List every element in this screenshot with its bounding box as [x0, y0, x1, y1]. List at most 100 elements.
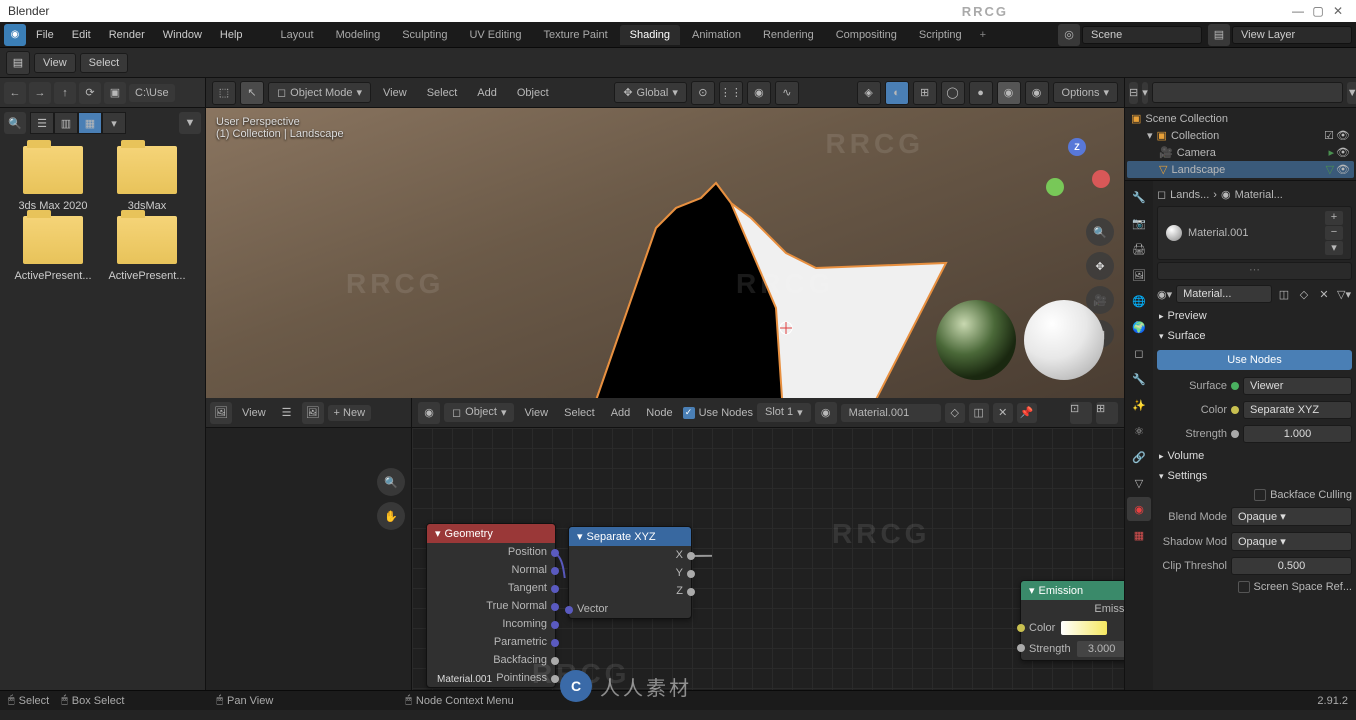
mode-select[interactable]: ◻Object Mode▾ [268, 82, 371, 103]
solid-shade-icon[interactable]: ● [969, 81, 993, 105]
eye-icon[interactable]: 👁 [1336, 129, 1350, 142]
snap-ne-icon[interactable]: ⊡ [1070, 402, 1092, 424]
options-dropdown[interactable]: Options▾ [1053, 82, 1118, 103]
scene-icon[interactable]: ◎ [1058, 24, 1080, 46]
tab-material-icon[interactable]: ◉ [1127, 497, 1151, 521]
menu-window[interactable]: Window [155, 25, 210, 45]
clip-value[interactable]: 0.500 [1231, 557, 1352, 575]
gizmo-icon[interactable]: ◈ [857, 81, 881, 105]
tab-tool-icon[interactable]: 🔧 [1127, 185, 1151, 209]
section-surface[interactable]: ▾Surface [1157, 326, 1352, 346]
tree-landscape[interactable]: ▽Landscape▽👁 [1127, 161, 1354, 178]
node-emission[interactable]: ▾Emission Emission Color Strength3.000 [1020, 580, 1124, 661]
tab-world-icon[interactable]: 🌍 [1127, 315, 1151, 339]
filter-icon[interactable]: ▼ [1347, 82, 1356, 104]
material-name-field[interactable]: Material... [1176, 285, 1272, 303]
layer-field[interactable]: View Layer [1232, 26, 1352, 44]
tab-output-icon[interactable]: 🖨 [1127, 237, 1151, 261]
tab-data-icon[interactable]: ▽ [1127, 471, 1151, 495]
ne-view[interactable]: View [518, 404, 554, 422]
overlay-icon[interactable]: ◐ [885, 81, 909, 105]
snap-to-icon[interactable]: ⋮⋮ [719, 81, 743, 105]
tree-camera[interactable]: 🎥Camera▸👁 [1127, 144, 1354, 161]
display-mode-icon[interactable]: ▾ [1142, 82, 1148, 104]
tab-physics-icon[interactable]: ⚛ [1127, 419, 1151, 443]
nav-up-icon[interactable]: ↑ [54, 82, 76, 104]
outliner-search[interactable] [1152, 82, 1343, 103]
matprev-shade-icon[interactable]: ◉ [997, 81, 1021, 105]
material-browse-icon[interactable]: ◉ [815, 402, 837, 424]
filter-icon[interactable]: ▼ [179, 112, 201, 134]
unlink-icon[interactable]: ◫ [969, 403, 989, 423]
color-swatch[interactable] [1061, 621, 1107, 635]
view-more-icon[interactable]: ▾ [102, 112, 126, 134]
tab-texture[interactable]: Texture Paint [533, 25, 617, 45]
prop-edit-icon[interactable]: ◉ [747, 81, 771, 105]
minimize-button[interactable]: — [1288, 4, 1308, 18]
mat-browse-icon[interactable]: ◉▾ [1157, 288, 1172, 301]
vp-view[interactable]: View [375, 84, 415, 102]
ie-plus[interactable]: + New [328, 405, 372, 421]
eye-icon[interactable]: 👁 [1336, 163, 1350, 176]
tab-layout[interactable]: Layout [271, 25, 324, 45]
scene-field[interactable]: Scene [1082, 26, 1202, 44]
node-canvas[interactable]: ▾Geometry Position Normal Tangent True N… [412, 428, 1124, 690]
cursor-tool-icon[interactable]: ↖ [240, 81, 264, 105]
ssr-checkbox[interactable] [1238, 581, 1250, 593]
slot-remove-button[interactable]: − [1325, 226, 1343, 240]
delete-icon[interactable]: ✕ [993, 403, 1013, 423]
nav-back-icon[interactable]: ← [4, 82, 26, 104]
nav-newfolder-icon[interactable]: ▣ [104, 82, 126, 104]
axis-z[interactable]: Z [1068, 138, 1086, 156]
tab-animation[interactable]: Animation [682, 25, 751, 45]
tab-modifier-icon[interactable]: 🔧 [1127, 367, 1151, 391]
path-field[interactable]: C:\Use [129, 84, 175, 102]
maximize-button[interactable]: ▢ [1308, 4, 1328, 18]
view-list-icon[interactable]: ☰ [30, 112, 54, 134]
editor-type-icon[interactable]: ▤ [6, 51, 30, 75]
strength-value[interactable]: 3.000 [1077, 641, 1124, 657]
menu-edit[interactable]: Edit [64, 25, 99, 45]
ne-select[interactable]: Select [558, 404, 601, 422]
axis-x[interactable] [1092, 170, 1110, 188]
editor-type-icon[interactable]: 🖼 [210, 402, 232, 424]
add-workspace-button[interactable]: + [974, 25, 992, 45]
strength-value[interactable]: 1.000 [1243, 425, 1352, 443]
tab-particle-icon[interactable]: ✨ [1127, 393, 1151, 417]
zoom-icon[interactable]: 🔍 [377, 468, 405, 496]
tab-rendering[interactable]: Rendering [753, 25, 824, 45]
folder-item[interactable]: ActivePresent... [102, 216, 192, 282]
render-shade-icon[interactable]: ◉ [1025, 81, 1049, 105]
socket-dot[interactable] [1231, 406, 1239, 414]
search-icon[interactable]: 🔍 [4, 112, 26, 134]
vp-object[interactable]: Object [509, 84, 557, 102]
surface-value[interactable]: Viewer [1243, 377, 1352, 395]
vp-select[interactable]: Select [419, 84, 466, 102]
editor-type-icon[interactable]: ⬚ [212, 81, 236, 105]
check-icon[interactable]: ☑ [1324, 129, 1334, 142]
socket-dot[interactable] [1231, 382, 1239, 390]
menu-render[interactable]: Render [101, 25, 153, 45]
tab-shading[interactable]: Shading [620, 25, 680, 45]
axis-y[interactable] [1046, 178, 1064, 196]
overlay-ne-icon[interactable]: ⊞ [1096, 402, 1118, 424]
socket-dot[interactable] [1231, 430, 1239, 438]
section-volume[interactable]: ▸Volume [1157, 446, 1352, 466]
select-menu[interactable]: Select [80, 53, 129, 73]
tab-texture-icon[interactable]: ▦ [1127, 523, 1151, 547]
view-menu[interactable]: View [34, 53, 76, 73]
mat-menu-icon[interactable]: ▽▾ [1336, 288, 1352, 301]
viewport-3d[interactable]: User Perspective (1) Collection | Landsc… [206, 108, 1124, 398]
blend-select[interactable]: Opaque ▾ [1231, 507, 1352, 526]
tree-scene-collection[interactable]: ▣Scene Collection [1127, 110, 1354, 127]
snap-icon[interactable]: ⊙ [691, 81, 715, 105]
node-separate-xyz[interactable]: ▾Separate XYZ X Y Z Vector [568, 526, 692, 619]
folder-item[interactable]: ActivePresent... [8, 216, 98, 282]
folder-item[interactable]: 3dsMax [102, 146, 192, 212]
folder-item[interactable]: 3ds Max 2020 [8, 146, 98, 212]
mat-crumb[interactable]: Material... [1235, 189, 1283, 201]
tab-scripting[interactable]: Scripting [909, 25, 972, 45]
obj-crumb[interactable]: Lands... [1170, 189, 1209, 201]
nav-refresh-icon[interactable]: ⟳ [79, 82, 101, 104]
image-editor-canvas[interactable]: 🔍 ✋ [206, 428, 412, 690]
